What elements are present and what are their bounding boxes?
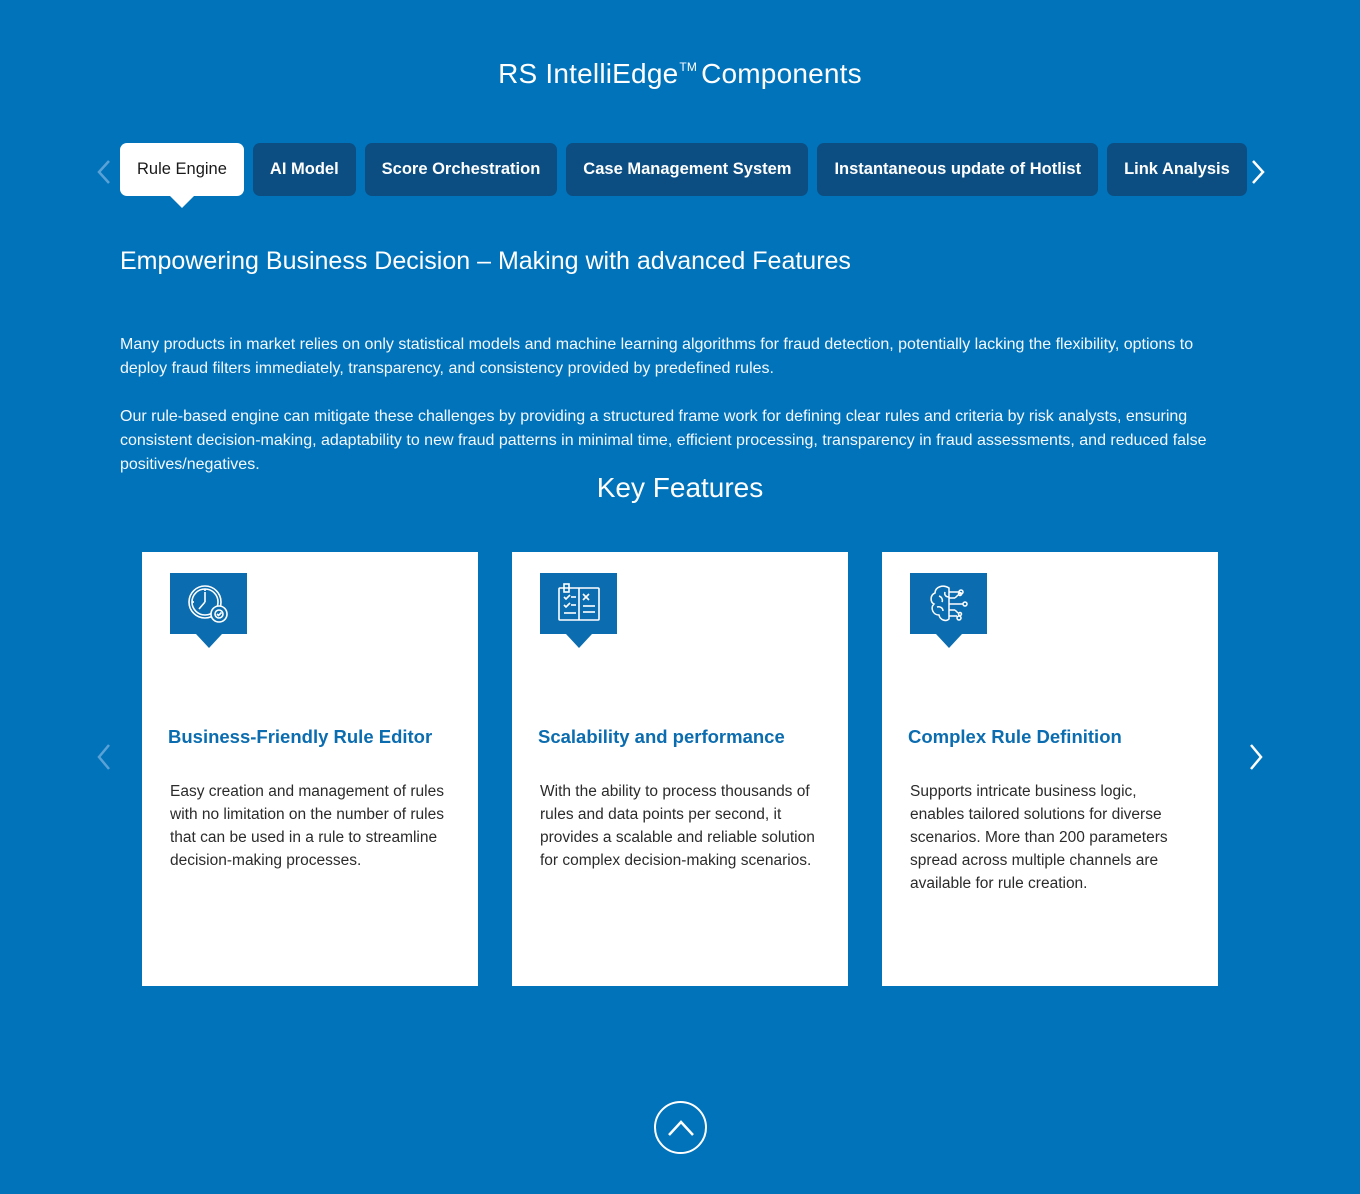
feature-card: Scalability and performance With the abi…	[512, 552, 848, 986]
page-title-suffix: Components	[701, 58, 862, 89]
chevron-left-icon	[97, 744, 110, 770]
feature-card: Complex Rule Definition Supports intrica…	[882, 552, 1218, 986]
scroll-to-top-button[interactable]	[654, 1101, 707, 1154]
section-heading: Empowering Business Decision – Making wi…	[120, 247, 851, 275]
page-title-main: RS IntelliEdge	[498, 58, 679, 89]
key-features-title: Key Features	[596, 472, 764, 503]
brain-circuit-icon	[929, 584, 968, 621]
feature-card-title: Scalability and performance	[538, 726, 785, 747]
rulebook-icon	[557, 582, 600, 621]
feature-card-text: Supports intricate business logic, enabl…	[910, 783, 1168, 892]
chevron-right-icon	[1252, 160, 1265, 184]
feature-card-text: Easy creation and management of rules wi…	[170, 783, 444, 869]
feature-icon-badge	[170, 573, 247, 648]
feature-card-text: With the ability to process thousands of…	[540, 783, 815, 869]
tabs-next-button[interactable]	[1246, 155, 1270, 189]
trademark-mark: TM	[679, 60, 698, 74]
feature-card: Business-Friendly Rule Editor Easy creat…	[142, 552, 478, 986]
page-title: RS IntelliEdgeTM Components	[0, 58, 1360, 90]
feature-icon-badge	[540, 573, 617, 648]
feature-icon-badge	[910, 573, 987, 648]
component-tabs: Rule Engine AI Model Score Orchestration…	[120, 143, 1247, 208]
cards-next-button[interactable]	[1244, 740, 1268, 774]
tab-instantaneous-update-of-hotlist[interactable]: Instantaneous update of Hotlist	[817, 143, 1099, 196]
cards-prev-button[interactable]	[92, 740, 116, 774]
rule-engine-paragraph: Our rule-based engine can mitigate these…	[120, 408, 1207, 473]
feature-card-title: Business-Friendly Rule Editor	[168, 726, 433, 747]
intro-paragraph: Many products in market relies on only s…	[120, 336, 1194, 377]
chevron-up-icon	[667, 1119, 694, 1136]
feature-card-title: Complex Rule Definition	[908, 726, 1122, 747]
chevron-right-icon	[1250, 744, 1263, 770]
chevron-left-icon	[97, 160, 110, 184]
tab-case-management-system[interactable]: Case Management System	[566, 143, 809, 196]
tab-ai-model[interactable]: AI Model	[252, 143, 356, 196]
clock-gear-icon	[187, 584, 228, 623]
tab-link-analysis[interactable]: Link Analysis	[1107, 143, 1247, 196]
tab-rule-engine[interactable]: Rule Engine	[120, 143, 244, 208]
tabs-prev-button[interactable]	[92, 155, 116, 189]
tab-score-orchestration[interactable]: Score Orchestration	[364, 143, 558, 196]
